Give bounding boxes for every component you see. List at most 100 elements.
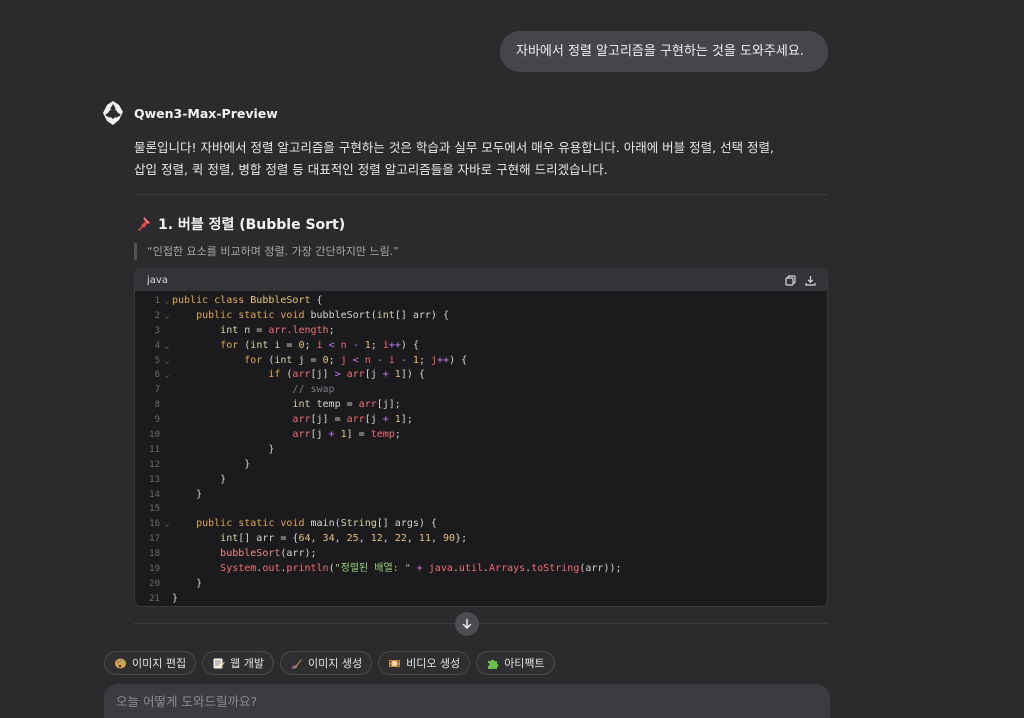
fold-gutter	[162, 577, 172, 592]
code-token: [j];	[376, 399, 401, 411]
fold-gutter	[162, 398, 172, 413]
code-token: -	[346, 339, 365, 351]
fold-chevron-icon[interactable]: ⌄	[162, 517, 172, 532]
scroll-down-button[interactable]	[455, 612, 479, 636]
fold-chevron-icon[interactable]: ⌄	[162, 309, 172, 324]
fold-chevron-icon[interactable]: ⌄	[162, 354, 172, 369]
code-text: public class BubbleSort {	[172, 294, 323, 309]
fold-gutter	[162, 458, 172, 473]
code-token: public	[172, 295, 215, 306]
fold-gutter	[162, 547, 172, 562]
code-token: }	[172, 473, 227, 485]
code-token: toString	[531, 563, 580, 575]
line-number: 9	[154, 415, 160, 426]
line-number: 12	[149, 459, 160, 470]
fold-chevron-icon[interactable]: ⌄	[162, 368, 172, 383]
fold-chevron-icon[interactable]: ⌄	[162, 339, 172, 354]
divider	[134, 623, 828, 624]
code-text: int[] arr = {64, 34, 25, 12, 22, 11, 90}…	[172, 532, 467, 547]
code-token: j =	[298, 354, 323, 366]
code-text: // swap	[172, 383, 335, 398]
chat-input-box[interactable]	[104, 684, 830, 718]
code-token: ++	[388, 339, 401, 351]
code-token: int	[376, 309, 395, 321]
code-text: bubbleSort(arr);	[172, 547, 316, 562]
code-token: 90	[443, 533, 456, 545]
line-number: 13	[149, 474, 160, 485]
code-text: System.out.println("정렬된 배열: " + java.uti…	[172, 562, 621, 577]
suggestion-chip[interactable]: 비디오 생성	[378, 651, 471, 675]
user-message-text: 자바에서 정렬 알고리즘을 구현하는 것을 도와주세요.	[516, 44, 804, 59]
line-number: 3	[154, 325, 160, 336]
fold-gutter	[162, 473, 172, 488]
code-token: 25	[346, 533, 359, 545]
download-icon[interactable]	[803, 273, 817, 287]
code-token: [] arr = {	[238, 533, 299, 545]
code-token: -	[370, 354, 389, 366]
code-token: // swap	[292, 384, 335, 396]
suggestion-chip[interactable]: 아티팩트	[476, 651, 555, 675]
code-token: void	[280, 309, 311, 321]
chip-label: 웹 개발	[230, 657, 264, 670]
fold-gutter	[162, 383, 172, 398]
puzzle-icon	[486, 657, 499, 670]
code-line: 13 }	[135, 473, 827, 488]
line-number: 14	[149, 489, 160, 500]
code-actions	[783, 273, 817, 287]
intro-line: 물론입니다! 자바에서 정렬 알고리즘을 구현하는 것은 학습과 실무 모두에서…	[134, 140, 775, 155]
chat-input[interactable]	[116, 694, 806, 709]
code-token: "정렬된 배열: "	[334, 563, 411, 575]
divider	[134, 194, 828, 195]
code-text: if (arr[j] > arr[j + 1]) {	[172, 368, 425, 383]
fold-chevron-icon[interactable]: ⌄	[162, 294, 172, 309]
code-token: 12	[370, 533, 383, 545]
code-token: arr	[358, 399, 377, 411]
code-token: ) {	[400, 339, 419, 351]
code-token: out	[262, 563, 281, 575]
line-number: 2	[154, 310, 160, 321]
code-token: ] =	[346, 429, 371, 441]
line-number: 7	[154, 385, 160, 396]
film-icon	[388, 657, 401, 670]
brush-icon	[290, 657, 303, 670]
assistant-header: Qwen3-Max-Preview	[100, 100, 278, 126]
copy-icon[interactable]	[783, 273, 797, 287]
code-line: 1 ⌄ public class BubbleSort {	[135, 294, 827, 309]
suggestion-chip[interactable]: 웹 개발	[202, 651, 274, 675]
code-token: System	[220, 563, 257, 575]
code-text: int n = arr.length;	[172, 324, 334, 339]
suggestion-chip[interactable]: 이미지 편집	[104, 651, 197, 675]
code-token: temp	[370, 429, 395, 441]
code-token: ,	[334, 533, 347, 545]
code-body[interactable]: 1 ⌄ public class BubbleSort {2 ⌄ public sta…	[135, 294, 827, 606]
code-text: }	[172, 473, 226, 488]
code-token: 22	[394, 533, 407, 545]
code-token: bubbleSort(	[310, 309, 377, 321]
code-token: arr.length	[268, 324, 329, 336]
line-number: 17	[149, 534, 160, 545]
code-token: for	[244, 354, 269, 366]
code-line: 21}	[135, 592, 827, 606]
code-token: arr	[292, 414, 311, 426]
code-token: 11	[418, 533, 431, 545]
section-title: 1. 버블 정렬 (Bubble Sort)	[134, 213, 345, 235]
line-number: 16	[149, 519, 160, 530]
code-token: String	[340, 518, 377, 530]
code-token: void	[280, 518, 311, 530]
code-token: }	[172, 458, 251, 470]
quote-text: “인접한 요소를 비교하며 정렬. 가장 간단하지만 느림.”	[147, 245, 399, 258]
code-token: bubbleSort	[220, 548, 281, 560]
line-number: 8	[154, 400, 160, 411]
code-token: [j	[364, 369, 383, 381]
code-line: 18 bubbleSort(arr);	[135, 547, 827, 562]
code-token: int	[274, 354, 299, 366]
suggestion-chip[interactable]: 이미지 생성	[279, 651, 373, 675]
qwen-logo-icon	[103, 101, 123, 125]
fold-gutter	[162, 413, 172, 428]
